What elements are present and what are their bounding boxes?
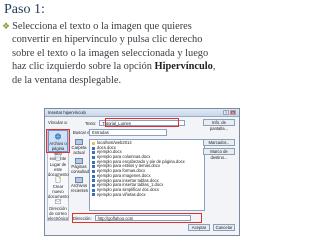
word-doc-icon (92, 169, 95, 173)
sidebar-label: Lugar de este documento (48, 162, 69, 177)
screen-tip-button[interactable]: Info. de pantalla... (203, 119, 235, 131)
window-controls: ? × (223, 110, 236, 115)
instruction-line-4c: , (212, 61, 216, 73)
word-doc-icon (92, 184, 95, 188)
word-doc-icon (92, 174, 95, 178)
link-to-label: Vincular a: (48, 120, 68, 125)
sidebar-label: Crear nuevo documento (48, 184, 69, 199)
word-doc-icon (92, 188, 95, 192)
word-doc-icon (92, 165, 95, 169)
folder-icon (92, 141, 95, 145)
word-doc-icon (92, 179, 95, 183)
instruction-line-2: convertir en hipervínculo y pulsa clic d… (12, 34, 203, 46)
browse-options: Carpeta actual Páginas consultadas Archi… (71, 139, 93, 219)
mail-icon (54, 199, 62, 204)
middle-label: Carpeta actual (71, 145, 87, 155)
dialog-titlebar: Insertar hipervínculo ? × (45, 109, 239, 117)
bookmark-button[interactable]: Marcador... (203, 139, 235, 146)
highlight-existing-file (46, 129, 70, 153)
sidebar-item-new-document[interactable]: Crear nuevo documento (48, 174, 69, 199)
word-doc-icon (92, 151, 95, 155)
instruction-line-4: haz clic izquierdo sobre la opción Hiper… (2, 60, 302, 73)
highlight-text-field (105, 118, 179, 127)
target-frame-button[interactable]: Marco de destino... (203, 148, 235, 160)
insert-hyperlink-dialog: Insertar hipervínculo ? × Vincular a: Tex… (44, 108, 240, 236)
sidebar-label: Dirección de correo electrónico (48, 206, 69, 221)
browsed-pages-option[interactable]: Páginas consultadas (71, 158, 93, 177)
word-doc-icon (92, 155, 95, 159)
highlight-address-field (72, 213, 202, 223)
step-heading: Paso 1: (4, 2, 45, 17)
close-icon[interactable]: × (230, 110, 236, 115)
instruction-line-1: Selecciona el texto o la imagen que quie… (12, 21, 192, 32)
new-doc-icon (55, 176, 61, 183)
list-item[interactable]: ejemplo para viñetas.docx (92, 191, 202, 198)
instruction-line-5: de la ventana desplegable. (12, 74, 122, 86)
instruction-line-3: sobre el texto o la imagen seleccionada … (12, 47, 209, 59)
bullet-icon: ❖ (2, 21, 11, 31)
word-doc-icon (92, 160, 95, 164)
instruction-text: ❖ Selecciona el texto o la imagen que qui… (2, 20, 302, 87)
dialog-actions: Aceptar Cancelar (188, 224, 235, 231)
instruction-line-4a: haz clic izquierdo sobre la opción (12, 61, 152, 73)
text-label: Texto: (85, 120, 97, 126)
file-name: ejemplo para viñetas.docx (97, 191, 146, 197)
file-list[interactable]: localhost/web2014 docs.docx ejemplo.docx… (89, 139, 205, 211)
middle-label: Archivos recientes (71, 183, 88, 193)
help-icon[interactable]: ? (223, 110, 229, 115)
look-in-select[interactable]: Entradas (89, 129, 167, 136)
dialog-title: Insertar hipervínculo (48, 110, 86, 115)
ok-button[interactable]: Aceptar (188, 224, 210, 231)
side-buttons: Marcador... Marco de destino... (203, 139, 235, 160)
cancel-button[interactable]: Cancelar (213, 224, 235, 231)
sidebar-item-email[interactable]: Dirección de correo electrónico (48, 196, 69, 221)
current-folder-option[interactable]: Carpeta actual (71, 139, 87, 158)
recent-files-option[interactable]: Archivos recientes (71, 177, 88, 196)
word-doc-icon (92, 193, 95, 197)
word-doc-icon (92, 146, 95, 150)
hyperlink-keyword: Hipervínculo (154, 61, 213, 73)
